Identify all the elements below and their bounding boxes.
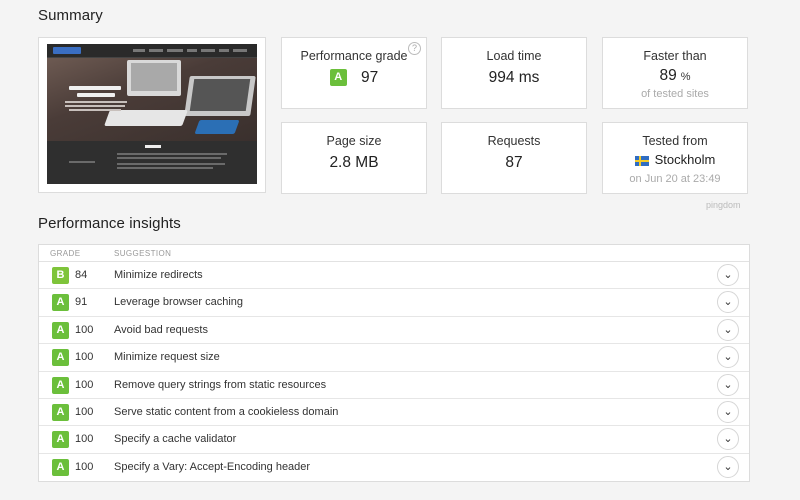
sweden-flag-icon xyxy=(634,155,649,166)
performance-grade-value: A 97 xyxy=(282,69,426,87)
insight-score: 100 xyxy=(75,323,94,336)
page-size-card: Page size 2.8 MB xyxy=(281,122,427,194)
chevron-down-icon[interactable]: ⌄ xyxy=(717,264,739,286)
table-row[interactable]: A 100 Specify a Vary: Accept-Encoding head… xyxy=(39,454,749,481)
table-row[interactable]: A 100 Remove query strings from static res… xyxy=(39,372,749,399)
performance-grade-label: Performance grade xyxy=(300,49,408,63)
grade-badge: B xyxy=(52,267,69,284)
grade-badge: A xyxy=(52,321,69,339)
insight-suggestion: Remove query strings from static resourc… xyxy=(114,378,327,391)
tested-from-card: Tested from Stockholm on Jun 20 at 23:49 xyxy=(602,122,748,194)
load-time-value: 994 ms xyxy=(488,69,540,86)
grade-badge: A xyxy=(52,403,69,421)
table-row[interactable]: A 91 Leverage browser caching ⌄ xyxy=(39,289,749,317)
requests-card: Requests 87 xyxy=(441,122,587,194)
pingdom-watermark: pingdom xyxy=(706,200,741,210)
chevron-down-icon[interactable]: ⌄ xyxy=(717,318,739,341)
insight-suggestion: Minimize request size xyxy=(114,351,220,364)
faster-than-number: 89 xyxy=(659,67,677,84)
insight-score: 100 xyxy=(75,405,94,418)
load-time-card: Load time 994 ms xyxy=(441,37,587,109)
insight-score: 100 xyxy=(75,378,94,391)
load-time-label: Load time xyxy=(486,49,542,63)
insight-suggestion: Avoid bad requests xyxy=(114,323,208,336)
table-row[interactable]: A 100 Serve static content from a cookiele… xyxy=(39,399,749,427)
insight-score: 91 xyxy=(75,296,88,309)
question-icon[interactable]: ? xyxy=(408,42,421,55)
tested-from-label: Tested from xyxy=(642,134,708,148)
chevron-down-icon[interactable]: ⌄ xyxy=(717,346,739,369)
chevron-down-icon[interactable]: ⌄ xyxy=(717,291,739,314)
summary-title: Summary xyxy=(38,7,103,24)
grade-badge: A xyxy=(52,431,69,449)
grade-badge: A xyxy=(52,458,69,476)
insight-suggestion: Specify a Vary: Accept-Encoding header xyxy=(114,460,311,473)
performance-grade-card: Performance grade ? A 97 xyxy=(281,37,427,109)
insight-score: 100 xyxy=(75,351,94,364)
grade-column-header: GRADE xyxy=(50,249,81,258)
insight-suggestion: Leverage browser caching xyxy=(114,296,244,309)
website-screenshot-thumbnail xyxy=(38,37,266,193)
grade-badge: A xyxy=(329,69,347,87)
faster-than-sub: of tested sites xyxy=(641,88,709,100)
suggestion-column-header: SUGGESTION xyxy=(114,249,172,258)
insight-score: 100 xyxy=(75,433,94,446)
insight-suggestion: Specify a cache validator xyxy=(114,433,237,446)
page-size-value: 2.8 MB xyxy=(329,154,379,171)
chevron-down-icon[interactable]: ⌄ xyxy=(717,428,739,451)
insight-suggestion: Serve static content from a cookieless d… xyxy=(114,405,339,418)
page-size-label: Page size xyxy=(326,134,382,148)
grade-badge: A xyxy=(52,376,69,394)
insight-score: 84 xyxy=(75,269,88,281)
chevron-down-icon[interactable]: ⌄ xyxy=(717,373,739,396)
tested-from-city: Stockholm xyxy=(654,152,716,167)
tested-from-location: Stockholm xyxy=(603,152,747,167)
grade-badge: A xyxy=(52,349,69,367)
website-screenshot-image xyxy=(47,44,257,184)
insights-title: Performance insights xyxy=(38,215,181,232)
insights-table: GRADE SUGGESTION B 84 Minimize redirects ⌄ A… xyxy=(38,244,750,482)
faster-than-label: Faster than xyxy=(643,49,707,63)
table-row[interactable]: B 84 Minimize redirects ⌄ xyxy=(39,262,749,290)
chevron-down-icon[interactable]: ⌄ xyxy=(717,455,739,478)
chevron-down-icon[interactable]: ⌄ xyxy=(717,400,739,423)
insights-table-header: GRADE SUGGESTION xyxy=(39,245,749,262)
table-row[interactable]: A 100 Minimize request size ⌄ xyxy=(39,344,749,372)
insight-score: 100 xyxy=(75,460,94,473)
requests-value: 87 xyxy=(505,154,523,171)
performance-score: 97 xyxy=(361,69,379,86)
tested-from-date: on Jun 20 at 23:49 xyxy=(629,173,721,185)
faster-than-card: Faster than 89% of tested sites xyxy=(602,37,748,109)
table-row[interactable]: A 100 Specify a cache validator ⌄ xyxy=(39,426,749,454)
faster-than-unit: % xyxy=(680,71,691,83)
requests-label: Requests xyxy=(487,134,541,148)
table-row[interactable]: A 100 Avoid bad requests ⌄ xyxy=(39,317,749,345)
insight-suggestion: Minimize redirects xyxy=(114,269,203,281)
faster-than-value: 89% xyxy=(603,67,747,85)
grade-badge: A xyxy=(52,294,69,312)
